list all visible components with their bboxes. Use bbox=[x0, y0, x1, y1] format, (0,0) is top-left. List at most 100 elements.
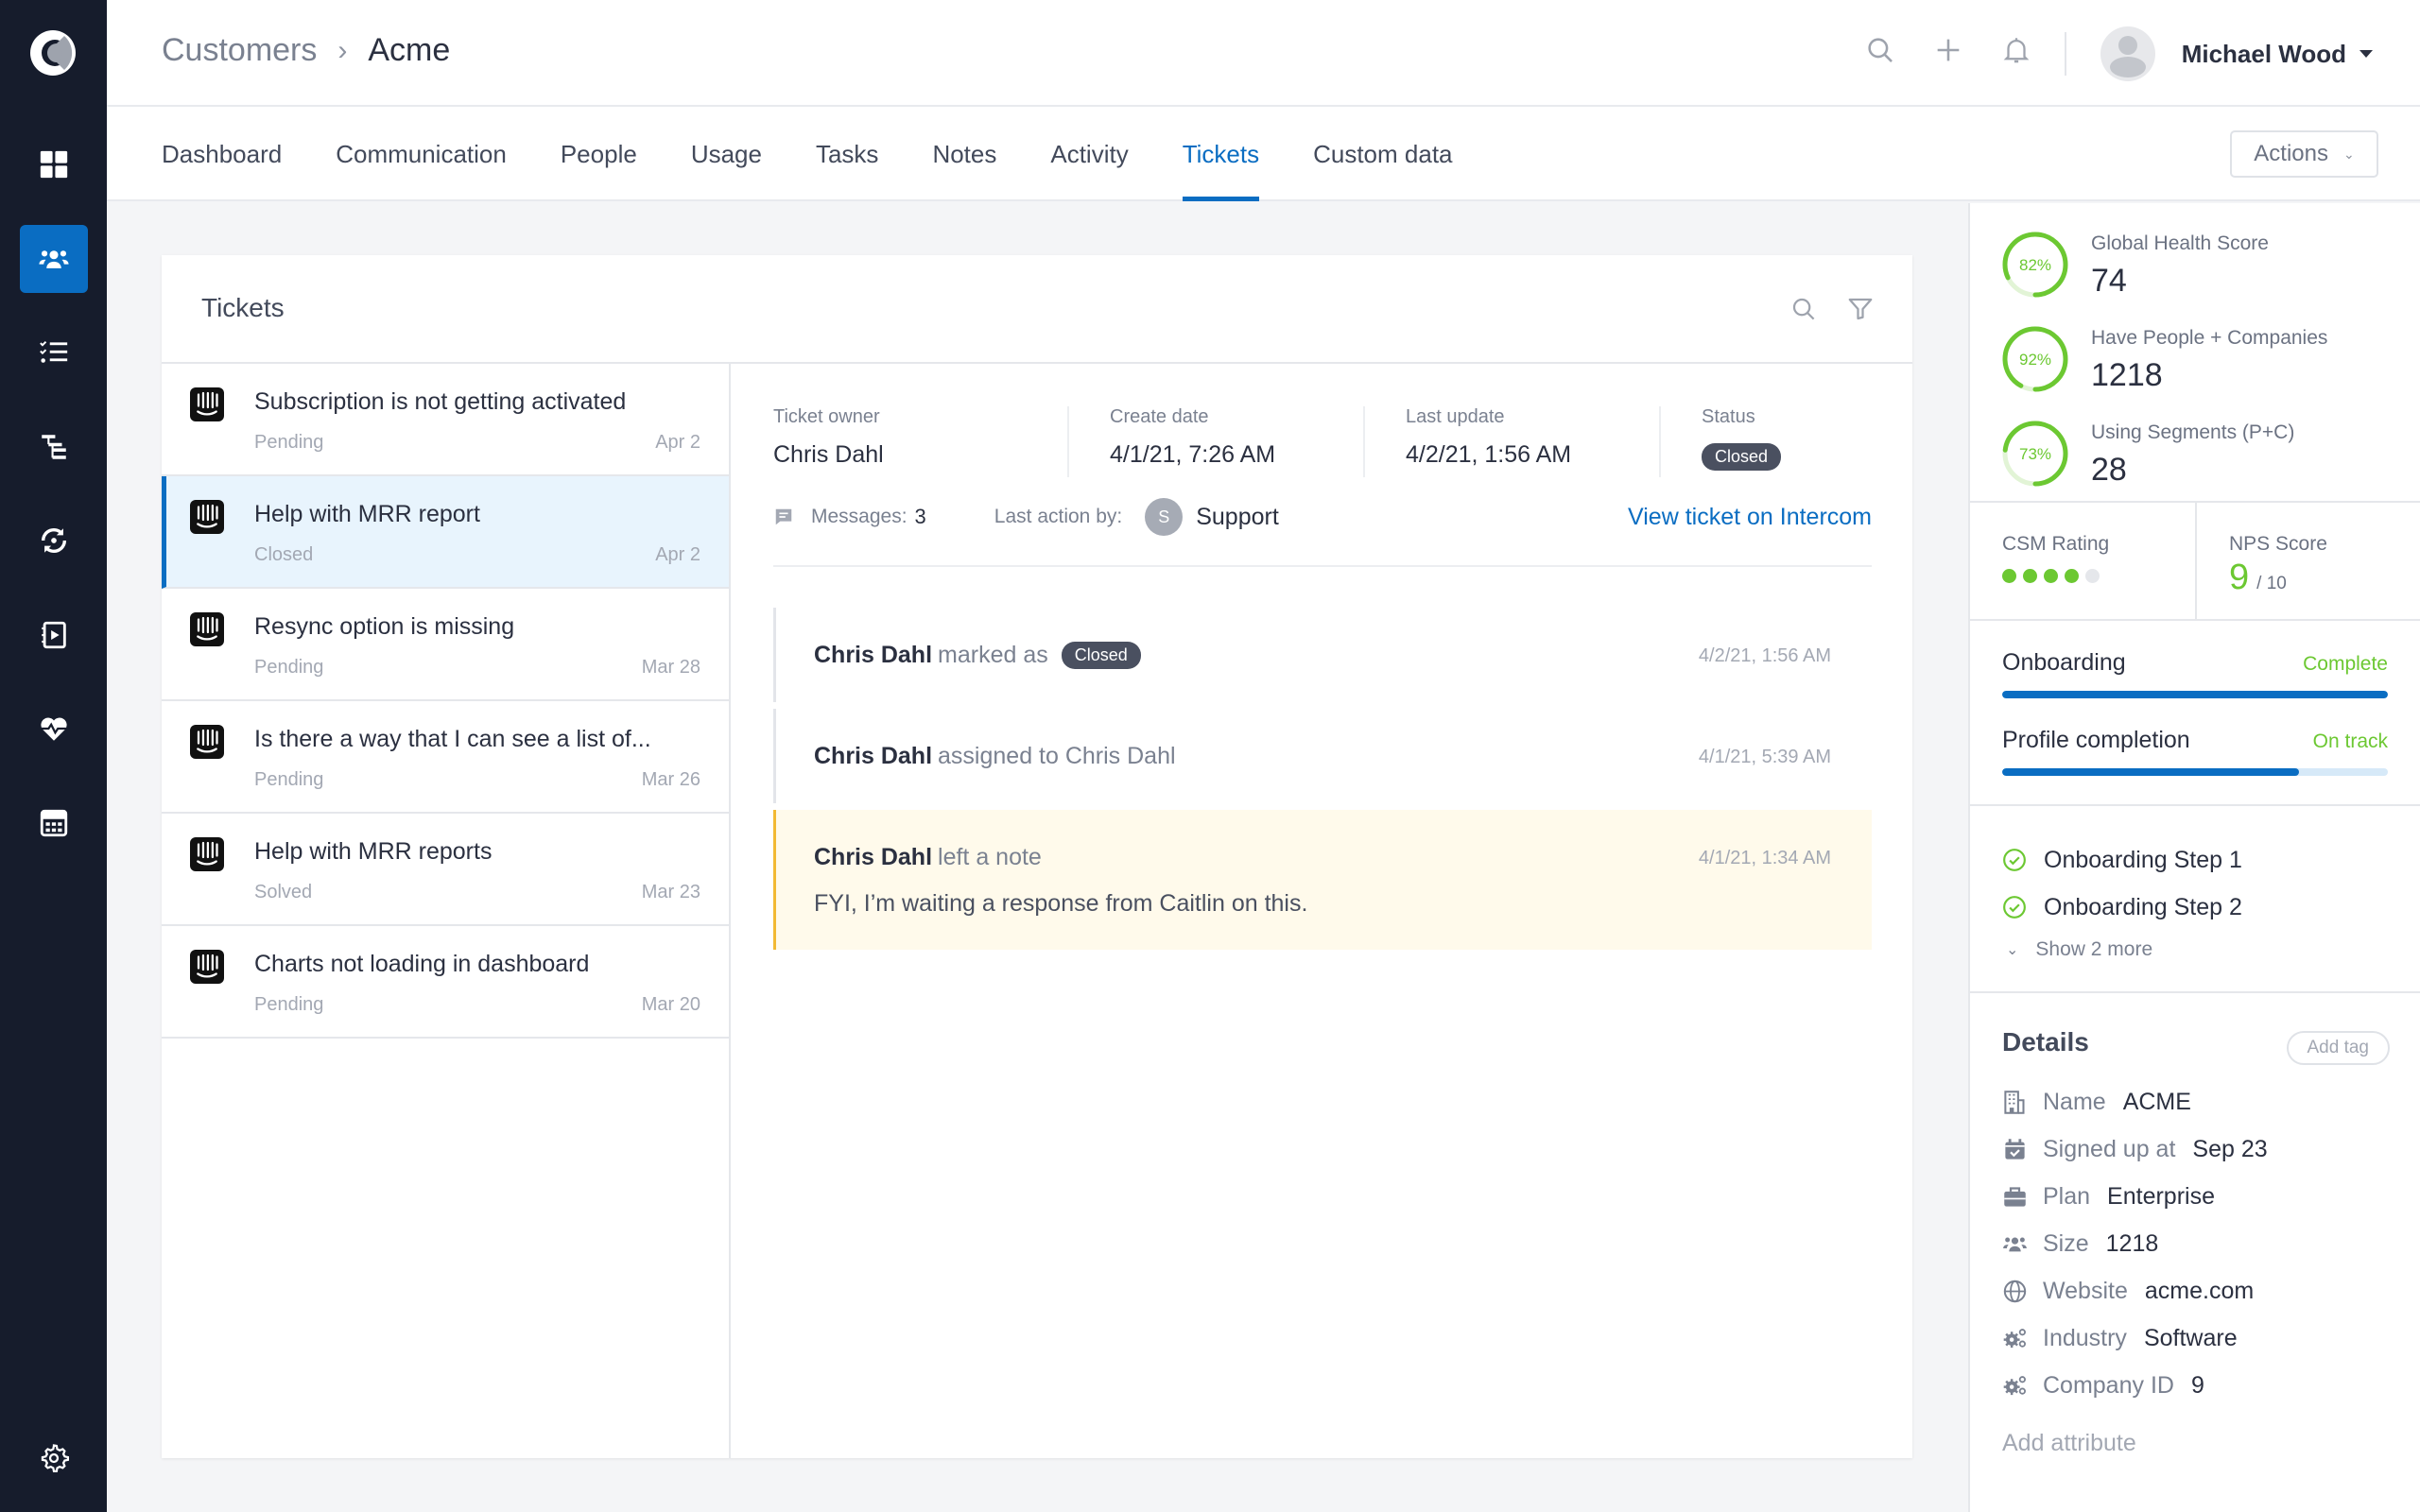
messages-count: 3 bbox=[914, 505, 926, 528]
detail-attribute: Size 1218 bbox=[2002, 1220, 2388, 1267]
activity-note: Chris Dahl left a note 4/1/21, 1:34 AM F… bbox=[773, 810, 1872, 950]
actions-button[interactable]: Actions ⌄ bbox=[2230, 130, 2378, 178]
sidebar-item-playbooks[interactable] bbox=[20, 601, 88, 669]
detail-attribute: Website acme.com bbox=[2002, 1267, 2388, 1314]
score-ring: 92% bbox=[2002, 326, 2068, 392]
ticket-list-item[interactable]: Charts not loading in dashboard Pending Ma… bbox=[162, 926, 729, 1039]
nps-score-max: / 10 bbox=[2256, 574, 2287, 593]
intercom-icon bbox=[190, 387, 224, 421]
check-circle-icon bbox=[2003, 849, 2026, 871]
tab-tasks[interactable]: Tasks bbox=[816, 107, 878, 201]
tab-notes[interactable]: Notes bbox=[932, 107, 996, 201]
last-update-label: Last update bbox=[1406, 406, 1505, 427]
attribute-label: Industry bbox=[2043, 1324, 2127, 1351]
progress-fill bbox=[2002, 768, 2300, 776]
add-attribute-button[interactable]: Add attribute bbox=[2002, 1430, 2388, 1457]
nps-score-value: 9 bbox=[2229, 558, 2250, 597]
ticket-list-item[interactable]: Subscription is not getting activated Pen… bbox=[162, 364, 729, 476]
bell-icon[interactable] bbox=[2000, 34, 2032, 66]
avatar bbox=[2100, 26, 2155, 81]
sidebar-item-settings[interactable] bbox=[20, 1424, 88, 1492]
detail-attribute: Name ACME bbox=[2002, 1078, 2388, 1125]
sidebar-item-dashboard[interactable] bbox=[20, 130, 88, 198]
activity-actor: Chris Dahl bbox=[814, 642, 933, 668]
user-menu[interactable]: Michael Wood bbox=[2100, 26, 2373, 81]
tab-people[interactable]: People bbox=[561, 107, 637, 201]
tickets-card: Tickets Subscription is not getting acti… bbox=[162, 255, 1912, 1458]
rating-dot bbox=[2085, 569, 2100, 583]
ticket-owner-field: Ticket owner Chris Dahl bbox=[773, 406, 1069, 477]
ticket-title: Resync option is missing bbox=[254, 613, 515, 640]
app-logo-icon[interactable] bbox=[28, 28, 78, 77]
step-label: Onboarding Step 2 bbox=[2044, 893, 2242, 920]
attribute-value: Software bbox=[2143, 1324, 2238, 1351]
actions-label: Actions bbox=[2254, 141, 2328, 166]
attribute-value: Enterprise bbox=[2107, 1182, 2215, 1210]
top-divider bbox=[2065, 32, 2066, 76]
sync-icon bbox=[41, 528, 67, 553]
ticket-list-item[interactable]: Resync option is missing Pending Mar 28 bbox=[162, 589, 729, 701]
tab-custom-data[interactable]: Custom data bbox=[1313, 107, 1452, 201]
score-label: Using Segments (P+C) bbox=[2091, 421, 2295, 443]
ticket-status: Pending bbox=[254, 994, 324, 1015]
ticket-date: Apr 2 bbox=[655, 544, 700, 565]
play-notebook-icon bbox=[42, 621, 66, 649]
sidebar-item-tasks[interactable] bbox=[20, 318, 88, 387]
show-more-button[interactable]: ⌄ Show 2 more bbox=[2002, 931, 2388, 969]
ticket-list-item[interactable]: Is there a way that I can see a list of.… bbox=[162, 701, 729, 814]
progress-label: Profile completion bbox=[2002, 727, 2190, 753]
activity-item: Chris Dahl marked as Closed 4/2/21, 1:56… bbox=[773, 608, 1872, 702]
ticket-status: Pending bbox=[254, 657, 324, 678]
step-label: Onboarding Step 1 bbox=[2044, 846, 2242, 873]
ticket-status: Solved bbox=[254, 882, 313, 902]
top-bar: Customers › Acme Michael Wood bbox=[107, 0, 2420, 107]
sidebar-item-customers[interactable] bbox=[20, 225, 88, 293]
tab-dashboard[interactable]: Dashboard bbox=[162, 107, 282, 201]
tab-activity[interactable]: Activity bbox=[1050, 107, 1128, 201]
ticket-date: Mar 28 bbox=[641, 657, 700, 678]
sidebar-item-sync[interactable] bbox=[20, 507, 88, 575]
ticket-status: Pending bbox=[254, 769, 324, 790]
create-date-field: Create date 4/1/21, 7:26 AM bbox=[1069, 406, 1365, 477]
search-icon[interactable] bbox=[1789, 295, 1818, 323]
ticket-list-item[interactable]: Help with MRR reports Solved Mar 23 bbox=[162, 814, 729, 926]
actions-bar: Actions ⌄ bbox=[1968, 107, 2420, 201]
intercom-icon bbox=[190, 725, 224, 759]
intercom-icon bbox=[190, 950, 224, 984]
ticket-title: Help with MRR reports bbox=[254, 838, 493, 865]
plus-icon[interactable] bbox=[1932, 34, 1964, 66]
filter-icon[interactable] bbox=[1846, 295, 1875, 323]
breadcrumb-customers[interactable]: Customers bbox=[162, 32, 317, 69]
score-row: 92% Have People + Companies 1218 bbox=[1970, 301, 2420, 395]
score-ring: 73% bbox=[2002, 421, 2068, 487]
ticket-title: Subscription is not getting activated bbox=[254, 388, 627, 415]
sidebar-item-health[interactable] bbox=[20, 695, 88, 763]
tabs-bar: Dashboard Communication People Usage Tas… bbox=[107, 107, 1968, 201]
ticket-list-item[interactable]: Help with MRR report Closed Apr 2 bbox=[162, 476, 729, 589]
search-icon[interactable] bbox=[1864, 34, 1896, 66]
tab-usage[interactable]: Usage bbox=[691, 107, 762, 201]
last-action-label: Last action by: bbox=[994, 506, 1123, 527]
sidebar-item-calculator[interactable] bbox=[20, 789, 88, 857]
csm-rating-dots bbox=[2002, 569, 2100, 583]
detail-attribute: Plan Enterprise bbox=[2002, 1173, 2388, 1220]
tab-tickets[interactable]: Tickets bbox=[1182, 107, 1260, 201]
tab-communication[interactable]: Communication bbox=[336, 107, 507, 201]
attribute-value: ACME bbox=[2122, 1088, 2191, 1115]
progress-status: On track bbox=[2312, 730, 2388, 752]
activity-actor: Chris Dahl bbox=[814, 844, 933, 870]
ticket-summary-row: Messages: 3 Last action by: S Support Vi… bbox=[773, 496, 1872, 538]
ticket-status: Pending bbox=[254, 432, 324, 453]
ticket-owner-value: Chris Dahl bbox=[773, 441, 884, 468]
progress-section: Onboarding Complete Profile completion O… bbox=[1970, 621, 2420, 806]
progress-fill bbox=[2002, 691, 2388, 698]
intercom-icon bbox=[190, 837, 224, 871]
sidebar-item-segments[interactable] bbox=[20, 413, 88, 481]
view-ticket-link[interactable]: View ticket on Intercom bbox=[1628, 504, 1872, 531]
activity-actor: Chris Dahl bbox=[814, 743, 933, 769]
add-tag-button[interactable]: Add tag bbox=[2286, 1031, 2390, 1065]
score-label: Global Health Score bbox=[2091, 232, 2269, 254]
activity-action: assigned to Chris Dahl bbox=[938, 743, 1176, 769]
onboarding-step: Onboarding Step 2 bbox=[2002, 884, 2388, 931]
tickets-title: Tickets bbox=[201, 293, 285, 322]
